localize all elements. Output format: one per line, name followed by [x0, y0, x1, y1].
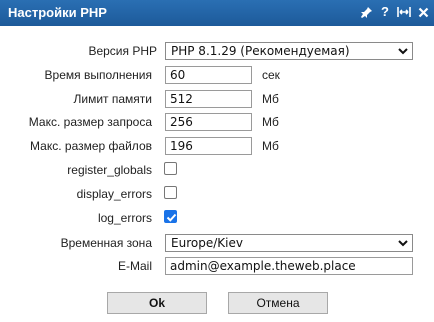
resize-icon[interactable] — [397, 4, 411, 20]
php-version-label: Версия PHP — [88, 44, 157, 58]
log-errors-label: log_errors — [97, 211, 152, 225]
memory-limit-label: Лимит памяти — [73, 92, 152, 106]
max-request-unit: Мб — [262, 115, 279, 129]
display-errors-checkbox[interactable] — [164, 186, 177, 199]
titlebar-icons: ? — [359, 4, 430, 20]
close-icon[interactable] — [416, 4, 430, 20]
max-file-label: Макс. размер файлов — [30, 139, 152, 153]
register-globals-checkbox[interactable] — [164, 162, 177, 175]
ok-button[interactable]: Ok — [107, 292, 207, 314]
php-settings-dialog: Настройки PHP ? Версия PHP PHP 8.1.29 (Р… — [0, 0, 434, 322]
memory-limit-unit: Мб — [262, 92, 279, 106]
exec-time-unit: сек — [262, 68, 280, 82]
pin-icon[interactable] — [359, 4, 373, 20]
chevron-down-icon — [398, 240, 408, 247]
register-globals-label: register_globals — [67, 163, 152, 177]
chevron-down-icon — [398, 48, 408, 55]
exec-time-input[interactable] — [165, 66, 252, 84]
titlebar[interactable]: Настройки PHP ? — [0, 0, 434, 26]
max-file-input[interactable] — [165, 137, 252, 155]
email-input[interactable] — [165, 257, 413, 275]
checkmark-icon — [166, 213, 177, 222]
window-title: Настройки PHP — [8, 5, 107, 20]
php-version-select[interactable]: PHP 8.1.29 (Рекомендуемая) — [165, 42, 413, 60]
help-icon[interactable]: ? — [378, 4, 392, 20]
exec-time-label: Время выполнения — [44, 68, 152, 82]
max-request-input[interactable] — [165, 113, 252, 131]
max-file-unit: Мб — [262, 139, 279, 153]
memory-limit-input[interactable] — [165, 90, 252, 108]
timezone-value: Europe/Kiev — [171, 236, 243, 250]
display-errors-label: display_errors — [76, 187, 152, 201]
max-request-label: Макс. размер запроса — [28, 115, 152, 129]
timezone-label: Временная зона — [60, 236, 152, 250]
log-errors-checkbox[interactable] — [164, 210, 177, 223]
timezone-select[interactable]: Europe/Kiev — [165, 234, 413, 252]
php-version-value: PHP 8.1.29 (Рекомендуемая) — [171, 44, 350, 58]
email-label: E-Mail — [117, 259, 152, 273]
cancel-button[interactable]: Отмена — [228, 292, 328, 314]
